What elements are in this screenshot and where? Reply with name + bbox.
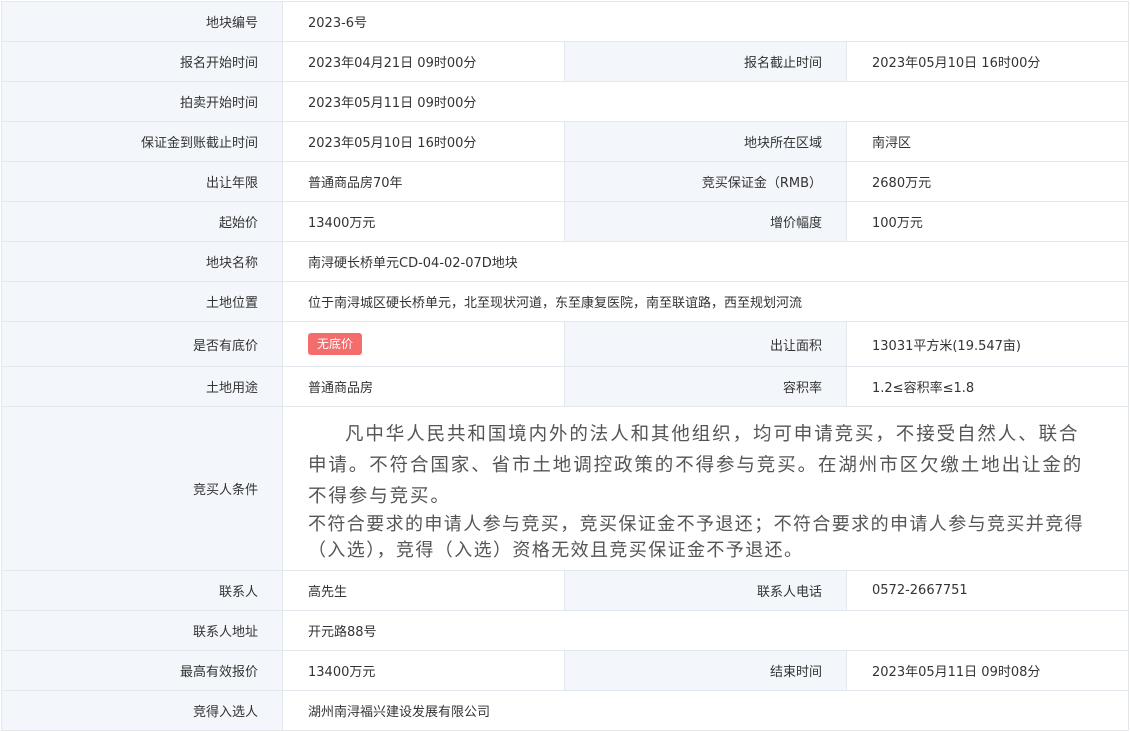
district-value: 南浔区 [847,122,1129,161]
location-value: 位于南浔城区硬长桥单元，北至现状河道，东至康复医院，南至联谊路，西至规划河流 [283,282,1129,321]
contact-value: 高先生 [283,571,565,610]
district-label: 地块所在区域 [565,122,847,161]
top-bid-label: 最高有效报价 [2,651,283,690]
contact-address-value: 开元路88号 [283,611,1129,650]
row-term: 出让年限 普通商品房70年 竞买保证金（RMB） 2680万元 [2,162,1129,202]
parcel-no-label: 地块编号 [2,2,283,41]
signup-start-value: 2023年04月21日 09时00分 [283,42,565,81]
bidder-conditions-label: 竞买人条件 [2,407,283,570]
start-price-value: 13400万元 [283,202,565,241]
row-contact: 联系人 高先生 联系人电话 0572-2667751 [2,571,1129,611]
start-price-label: 起始价 [2,202,283,241]
usage-label: 土地用途 [2,367,283,406]
row-location: 土地位置 位于南浔城区硬长桥单元，北至现状河道，东至康复医院，南至联谊路，西至规… [2,282,1129,322]
plot-ratio-value: 1.2≤容积率≤1.8 [847,367,1129,406]
contact-phone-label: 联系人电话 [565,571,847,610]
auction-start-label: 拍卖开始时间 [2,82,283,121]
row-parcel-no: 地块编号 2023-6号 [2,2,1129,42]
deposit-deadline-value: 2023年05月10日 16时00分 [283,122,565,161]
row-parcel-name: 地块名称 南浔硬长桥单元CD-04-02-07D地块 [2,242,1129,282]
winner-value: 湖州南浔福兴建设发展有限公司 [283,691,1129,730]
no-reserve-badge: 无底价 [308,333,363,355]
row-deposit-deadline: 保证金到账截止时间 2023年05月10日 16时00分 地块所在区域 南浔区 [2,122,1129,162]
end-time-label: 结束时间 [565,651,847,690]
row-usage: 土地用途 普通商品房 容积率 1.2≤容积率≤1.8 [2,367,1129,407]
reserve-value: 无底价 [283,322,565,366]
deposit-label: 竞买保证金（RMB） [565,162,847,201]
increment-label: 增价幅度 [565,202,847,241]
plot-ratio-label: 容积率 [565,367,847,406]
area-label: 出让面积 [565,322,847,366]
row-top-bid: 最高有效报价 13400万元 结束时间 2023年05月11日 09时08分 [2,651,1129,691]
term-label: 出让年限 [2,162,283,201]
usage-value: 普通商品房 [283,367,565,406]
contact-phone-value: 0572-2667751 [847,571,1129,610]
row-signup: 报名开始时间 2023年04月21日 09时00分 报名截止时间 2023年05… [2,42,1129,82]
bidder-conditions-value: 凡中华人民共和国境内外的法人和其他组织，均可申请竞买，不接受自然人、联合申请。不… [283,407,1129,570]
parcel-name-value: 南浔硬长桥单元CD-04-02-07D地块 [283,242,1129,281]
parcel-info-table: 地块编号 2023-6号 报名开始时间 2023年04月21日 09时00分 报… [1,1,1129,731]
contact-address-label: 联系人地址 [2,611,283,650]
winner-label: 竞得入选人 [2,691,283,730]
location-label: 土地位置 [2,282,283,321]
reserve-label: 是否有底价 [2,322,283,366]
signup-end-value: 2023年05月10日 16时00分 [847,42,1129,81]
deposit-deadline-label: 保证金到账截止时间 [2,122,283,161]
row-auction-start: 拍卖开始时间 2023年05月11日 09时00分 [2,82,1129,122]
end-time-value: 2023年05月11日 09时08分 [847,651,1129,690]
parcel-name-label: 地块名称 [2,242,283,281]
increment-value: 100万元 [847,202,1129,241]
row-contact-address: 联系人地址 开元路88号 [2,611,1129,651]
contact-label: 联系人 [2,571,283,610]
term-value: 普通商品房70年 [283,162,565,201]
bidder-conditions-paragraph-2: 不符合要求的申请人参与竞买，竞买保证金不予退还；不符合要求的申请人参与竞买并竞得… [308,514,1084,561]
row-bidder-conditions: 竞买人条件 凡中华人民共和国境内外的法人和其他组织，均可申请竞买，不接受自然人、… [2,407,1129,571]
parcel-no-value: 2023-6号 [283,2,1129,41]
bidder-conditions-paragraph-1: 凡中华人民共和国境内外的法人和其他组织，均可申请竞买，不接受自然人、联合申请。不… [308,424,1084,507]
row-reserve: 是否有底价 无底价 出让面积 13031平方米(19.547亩) [2,322,1129,367]
top-bid-value: 13400万元 [283,651,565,690]
auction-start-value: 2023年05月11日 09时00分 [283,82,1129,121]
deposit-value: 2680万元 [847,162,1129,201]
area-value: 13031平方米(19.547亩) [847,322,1129,366]
signup-end-label: 报名截止时间 [565,42,847,81]
row-price: 起始价 13400万元 增价幅度 100万元 [2,202,1129,242]
signup-start-label: 报名开始时间 [2,42,283,81]
row-winner: 竞得入选人 湖州南浔福兴建设发展有限公司 [2,691,1129,731]
